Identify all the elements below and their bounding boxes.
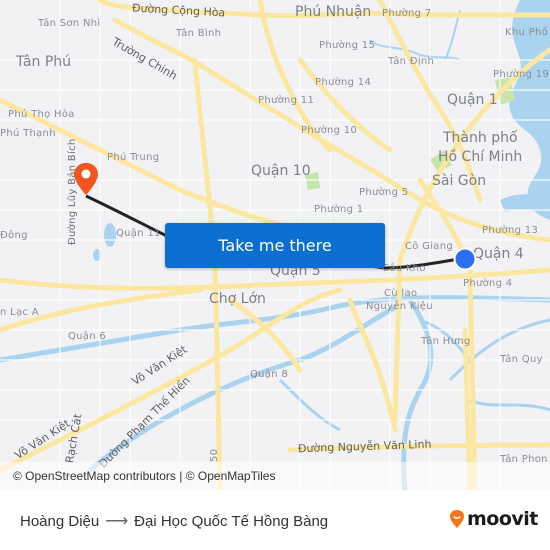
map[interactable]: Đường Cộng Hòa Tân Sơn Nhì Trường Chinh … — [0, 0, 550, 490]
map-label-ho-chi-minh: Hồ Chí Minh — [438, 149, 523, 165]
destination-name: Đại Học Quốc Tế Hồng Bàng — [134, 512, 329, 530]
map-label-phu-nhuan: Phú Nhuận — [295, 4, 372, 20]
map-label-sai-gon: Sài Gòn — [432, 173, 487, 189]
moovit-logo[interactable]: moovit — [449, 508, 538, 530]
origin-pin-icon[interactable] — [73, 162, 99, 196]
map-label-cau-kho: Cầu Kho — [382, 263, 426, 274]
map-label-phuong-14: Phường 14 — [315, 77, 372, 88]
map-label-phuong-13: Phường 13 — [482, 225, 539, 236]
moovit-wordmark: moovit — [467, 508, 538, 530]
attribution-text[interactable]: © OpenStreetMap contributors | © OpenMap… — [13, 469, 275, 483]
map-label-an-lac-a: n Lạc A — [0, 307, 39, 318]
map-label-co-giang: Cô Giang — [405, 241, 454, 252]
map-label-quan-8: Quận 8 — [250, 369, 289, 380]
map-label-phuong-15: Phường 15 — [319, 40, 376, 51]
moovit-pin-icon — [450, 510, 464, 528]
map-label-cu-lao: Cù lao — [384, 288, 418, 299]
map-label-phuong-11: Phường 11 — [258, 95, 315, 106]
origin-stop-name: Hoàng Diệu — [20, 512, 100, 530]
take-me-there-button[interactable]: Take me there — [165, 223, 385, 268]
route-summary: Hoàng Diệu ⟶ Đại Học Quốc Tế Hồng Bàng — [20, 511, 328, 531]
map-label-phu-trung: Phú Trung — [107, 152, 160, 163]
map-label-road-50: 50 — [209, 448, 220, 462]
map-label-tan-binh: Tân Bình — [176, 28, 222, 39]
map-label-phuong-7: Phường 7 — [382, 8, 432, 19]
destination-dot-icon[interactable] — [453, 247, 477, 271]
map-label-quan-6: Quận 6 — [68, 331, 107, 342]
map-label-phuong-5: Phường 5 — [359, 187, 409, 198]
map-label-thanh-pho: Thành phố — [443, 130, 518, 146]
arrow-right-icon: ⟶ — [105, 513, 129, 530]
footer: Hoàng Diệu ⟶ Đại Học Quốc Tế Hồng Bàng m… — [0, 490, 550, 550]
map-label-phu-thanh: Phú Thạnh — [0, 128, 56, 139]
map-label-phuong-19: Phường 19 — [493, 69, 550, 80]
map-label-tan-son-nhi: Tân Sơn Nhì — [38, 18, 101, 29]
map-attribution: © OpenStreetMap contributors | © OpenMap… — [0, 462, 550, 490]
map-label-quan-11: Quận 11 — [116, 228, 161, 239]
map-label-quan-10: Quận 10 — [251, 163, 311, 179]
map-label-phu-tho-hoa: Phú Thọ Hòa — [8, 109, 75, 120]
map-label-dong: Đông — [0, 230, 28, 241]
map-label-phuong-4: Phường 4 — [463, 278, 513, 289]
map-label-tan-dinh: Tân Định — [388, 56, 435, 67]
map-label-khu-pho: Khu Phố — [505, 27, 548, 38]
map-label-tan-phu: Tân Phú — [16, 54, 72, 70]
map-label-nguyen-kieu: Nguyễn Kiệu — [366, 301, 433, 312]
map-label-quan-1: Quận 1 — [447, 92, 498, 108]
map-label-cho-lon: Chợ Lớn — [209, 291, 266, 307]
map-label-tan-hung: Tân Hưng — [421, 336, 471, 347]
map-label-tan-quy: Tân Quy — [500, 354, 543, 365]
map-label-phuong-10: Phường 10 — [301, 125, 358, 136]
map-label-phuong-1: Phường 1 — [314, 204, 364, 215]
map-label-quan-4: Quận 4 — [473, 246, 524, 262]
